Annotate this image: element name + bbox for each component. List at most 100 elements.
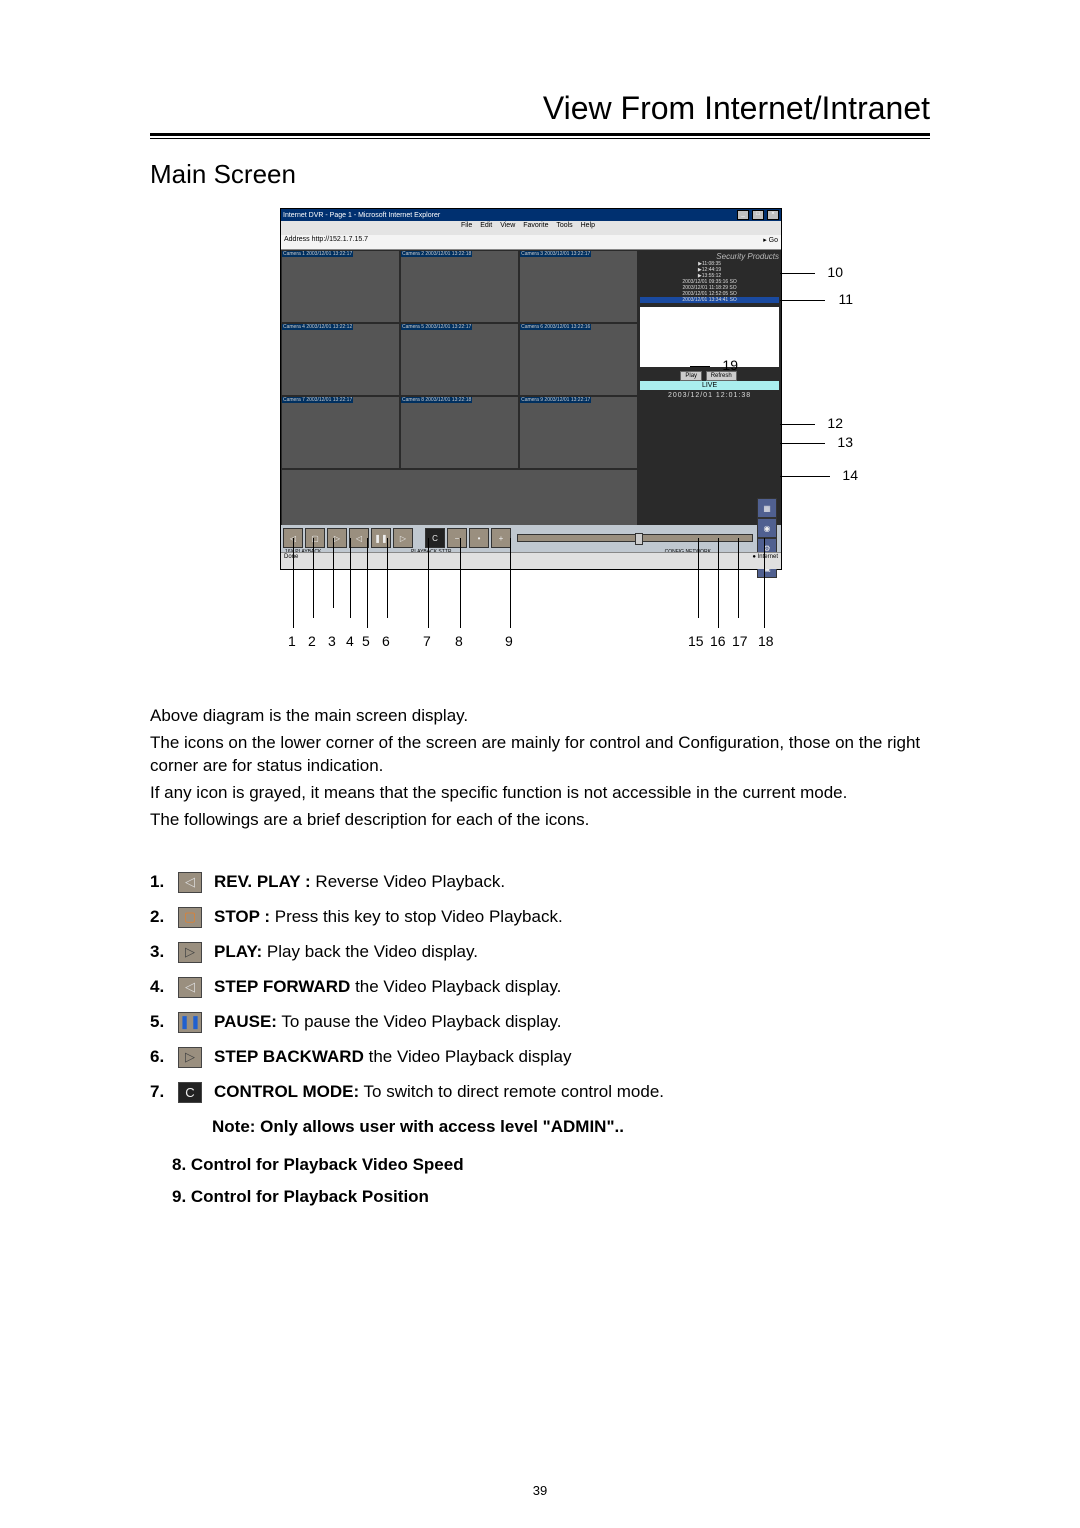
item-number: 6. [150,1047,178,1067]
toolbar: ◁ ▢ ▷ ◁ ❚❚ ▷ C − • + ▦ ◉ ⚙ ▣ [281,525,781,551]
camera-label: Camera 1 2003/12/01 13:22:17 [282,251,353,257]
item-desc: PAUSE: To pause the Video Playback displ… [214,1012,930,1032]
callout-line [387,538,388,618]
icon-list: 1.◁REV. PLAY : Reverse Video Playback.2.… [150,872,930,1103]
menu-help[interactable]: Help [581,222,595,229]
camera-tile[interactable]: Camera 2 2003/12/01 13:22:18 [400,250,519,323]
item-desc: CONTROL MODE: To switch to direct remote… [214,1082,930,1102]
go-button[interactable]: ▸ Go [763,236,778,248]
step-forward-button[interactable]: ◁ [349,528,369,548]
item-number: 2. [150,907,178,927]
body-p4: The followings are a brief description f… [150,809,930,832]
item-icon: ❚❚ [178,1012,202,1033]
item-desc: REV. PLAY : Reverse Video Playback. [214,872,930,892]
camera-label: Camera 7 2003/12/01 13:22:17 [282,397,353,403]
callout-14: 14 [842,467,858,483]
camera-label: Camera 8 2003/12/01 13:22:18 [401,397,472,403]
speed-down-button[interactable]: − [447,528,467,548]
callout-17: 17 [732,633,748,649]
header-rule-thin [150,138,930,139]
window-titlebar: Internet DVR - Page 1 - Microsoft Intern… [281,209,781,221]
body-text: Above diagram is the main screen display… [150,705,930,832]
item-icon: ▢ [178,907,202,928]
callout-line [764,538,765,628]
address-value[interactable]: http://152.1.7.15.7 [312,236,368,243]
menu-tools[interactable]: Tools [556,222,572,229]
step-backward-button[interactable]: ▷ [393,528,413,548]
callout-1: 1 [288,633,296,649]
camera-tile[interactable]: Camera 4 2003/12/01 13:22:12 [281,323,400,396]
callout-line [293,538,294,628]
camera-tile[interactable]: Camera 3 2003/12/01 13:22:17 [519,250,638,323]
play-button[interactable]: ▷ [327,528,347,548]
app-body: Camera 1 2003/12/01 13:22:17 Camera 2 20… [281,250,781,542]
list-item: 1.◁REV. PLAY : Reverse Video Playback. [150,872,930,893]
camera-tile[interactable]: Camera 6 2003/12/01 13:22:16 [519,323,638,396]
menu-view[interactable]: View [500,222,515,229]
speed-up-button[interactable]: + [491,528,511,548]
stop-button[interactable]: ▢ [305,528,325,548]
callout-9: 9 [505,633,513,649]
item-icon: C [178,1082,202,1103]
item-icon: ◁ [178,977,202,998]
camera-tile[interactable]: Camera 8 2003/12/01 13:22:18 [400,396,519,469]
play-button[interactable]: Play [680,371,702,381]
item-icon: ◁ [178,872,202,893]
speed-marker-icon: • [469,528,489,548]
callout-10: 10 [827,264,843,280]
callout-2: 2 [308,633,316,649]
main-heading: Main Screen [150,159,930,190]
menu-favorite[interactable]: Favorite [523,222,548,229]
callout-line [313,538,314,618]
header-rule-thick [150,133,930,136]
camera-label: Camera 3 2003/12/01 13:22:17 [520,251,591,257]
menu-file[interactable]: File [461,222,472,229]
callout-line [510,538,511,628]
slider-thumb-icon[interactable] [635,533,643,545]
record-button[interactable]: ◉ [757,518,777,538]
callout-7: 7 [423,633,431,649]
callout-4: 4 [346,633,354,649]
list-item: 3.▷PLAY: Play back the Video display. [150,942,930,963]
callout-12: 12 [827,415,843,431]
close-icon[interactable]: × [767,210,779,220]
callout-5: 5 [362,633,370,649]
figure: Internet DVR - Page 1 - Microsoft Intern… [150,208,930,665]
camera-label: Camera 9 2003/12/01 13:22:17 [520,397,591,403]
menu-edit[interactable]: Edit [480,222,492,229]
camera-tile[interactable]: Camera 5 2003/12/01 13:22:17 [400,323,519,396]
menubar[interactable]: File Edit View Favorite Tools Help [281,221,781,235]
segment-list[interactable]: ▶11:08:35 ▶12:44:19 ▶13:55:12 2003/12/01… [640,261,779,303]
item-number: 5. [150,1012,178,1032]
seg-row-selected[interactable]: 2003/12/01 13:34:41 SO [640,297,779,303]
list-item: 2.▢STOP : Press this key to stop Video P… [150,907,930,928]
callout-16: 16 [710,633,726,649]
item-number: 3. [150,942,178,962]
minimize-icon[interactable]: _ [737,210,749,220]
list-item: 5.❚❚ PAUSE: To pause the Video Playback d… [150,1012,930,1033]
maximize-icon[interactable]: □ [752,210,764,220]
brand-label: Security Products [640,252,779,261]
camera-tile[interactable]: Camera 9 2003/12/01 13:22:17 [519,396,638,469]
item-desc: STEP FORWARD the Video Playback display. [214,977,930,997]
item-number: 4. [150,977,178,997]
callout-15: 15 [688,633,704,649]
callout-line [718,538,719,628]
item-number: 7. [150,1082,178,1102]
camera-tile[interactable]: Camera 7 2003/12/01 13:22:17 [281,396,400,469]
datetime-display: 2003/12/01 12:01:38 [640,392,779,399]
camera-tile[interactable]: Camera 1 2003/12/01 13:22:17 [281,250,400,323]
camera-label: Camera 2 2003/12/01 13:22:18 [401,251,472,257]
item-8: 8. Control for Playback Video Speed [172,1155,930,1175]
callout-11: 11 [838,291,853,307]
callout-line [738,538,739,618]
callout-line [460,538,461,628]
live-indicator: LIVE [640,381,779,390]
layout-button[interactable]: ▦ [757,498,777,518]
window-buttons[interactable]: _ □ × [736,210,779,220]
callout-line [367,538,368,628]
address-bar[interactable]: Address http://152.1.7.15.7 ▸ Go [281,235,781,250]
pause-button[interactable]: ❚❚ [371,528,391,548]
admin-note: Note: Only allows user with access level… [212,1117,930,1137]
camera-label: Camera 4 2003/12/01 13:22:12 [282,324,353,330]
